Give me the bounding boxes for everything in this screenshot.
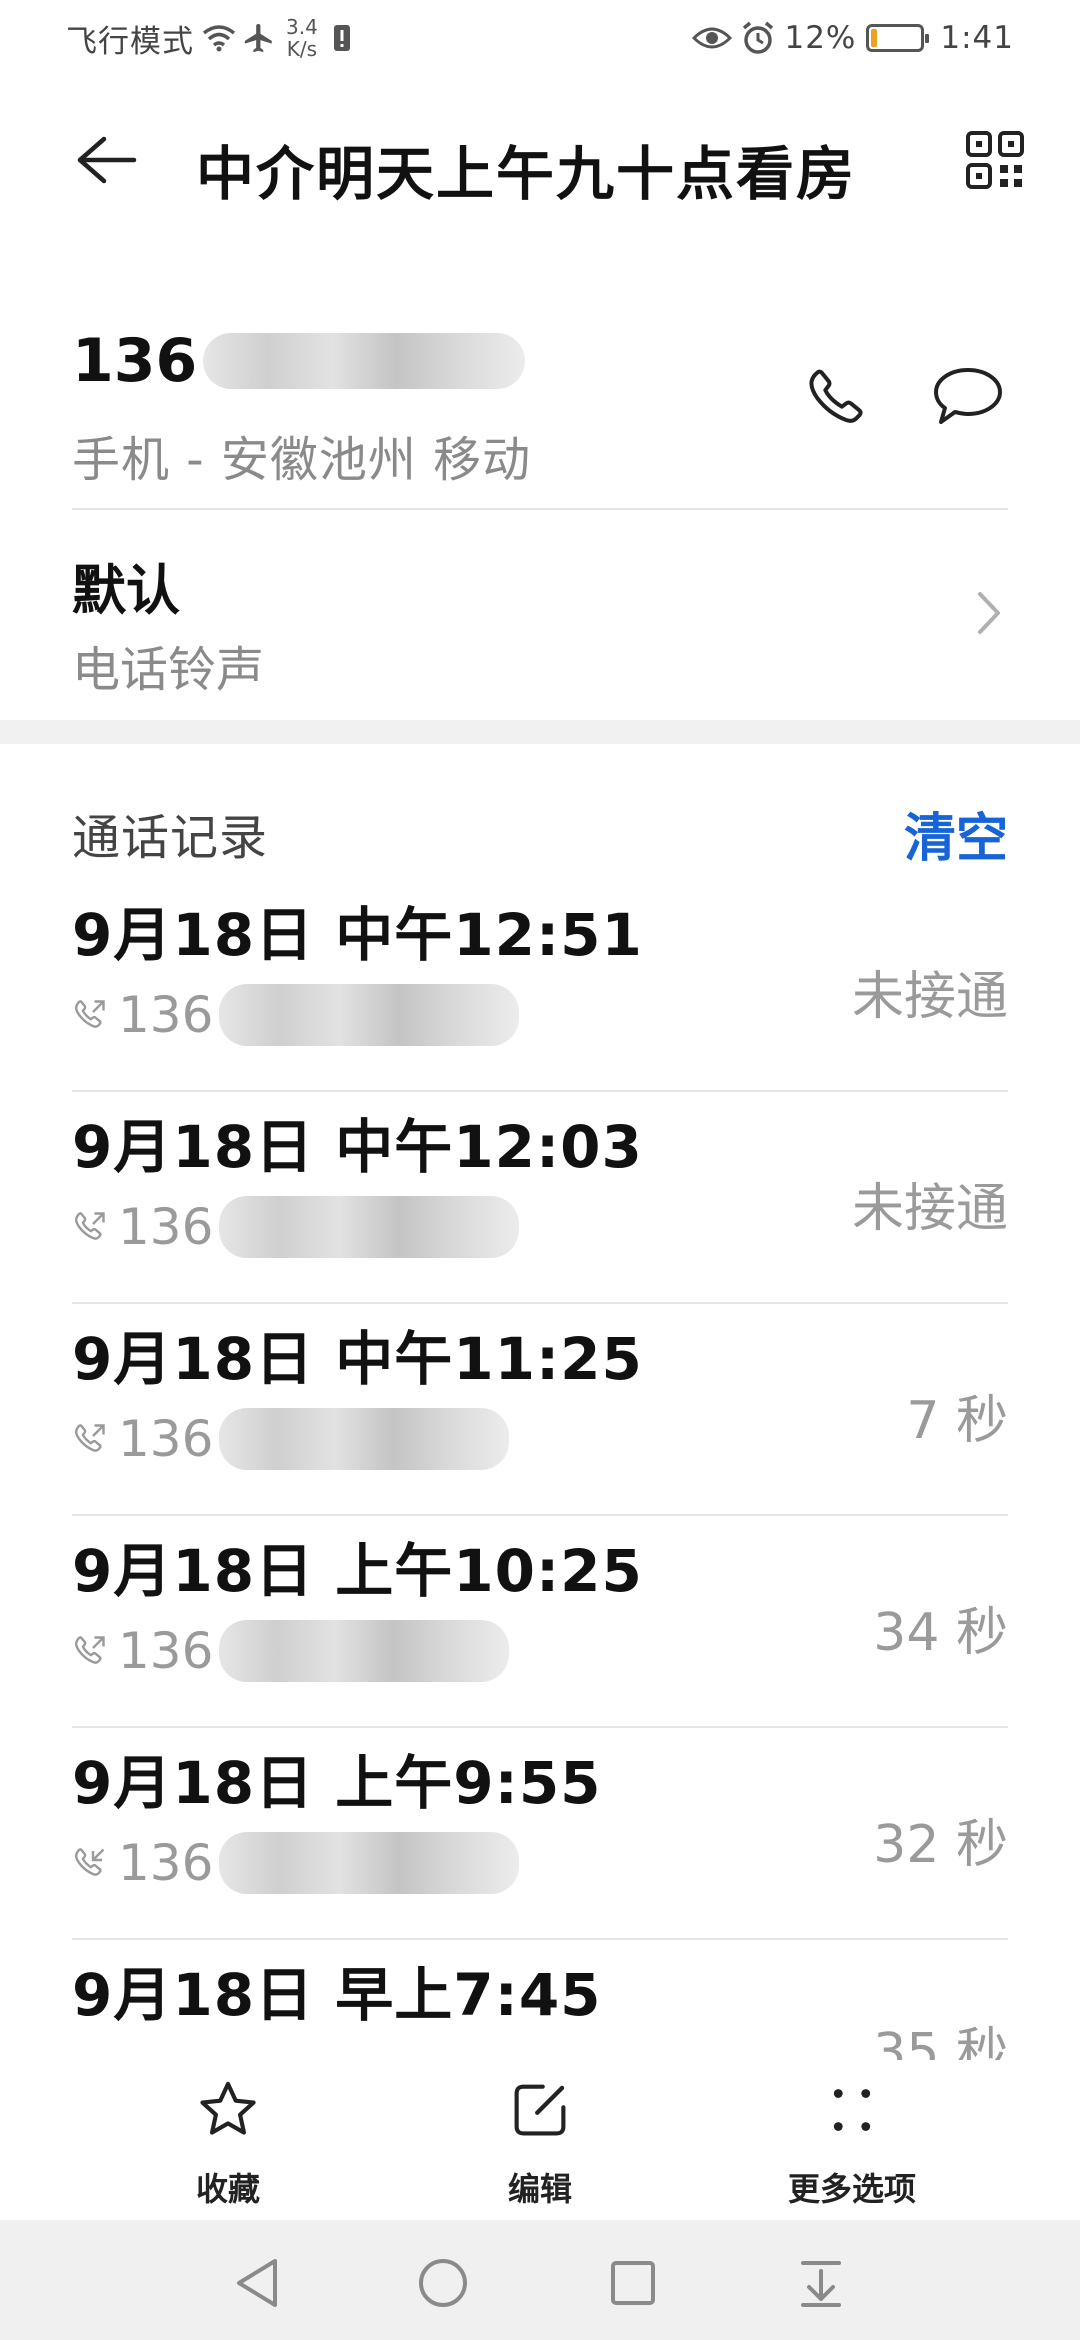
outgoing-call-icon <box>74 1000 105 1028</box>
back-triangle-icon <box>237 2259 277 2307</box>
incoming-call-icon <box>74 1848 105 1876</box>
redacted-number <box>219 1408 510 1470</box>
notification-alert-icon <box>333 25 350 51</box>
battery-icon <box>866 24 930 52</box>
call-number: 136 <box>72 1408 510 1470</box>
phone-number: 136 <box>72 326 526 396</box>
bottom-action-bar: 收藏 编辑 更多选项 <box>0 2060 1080 2220</box>
redacted-number <box>203 333 526 389</box>
alarm-icon <box>743 21 774 54</box>
favorite-button[interactable]: 收藏 <box>128 2070 328 2220</box>
nav-notification-button[interactable] <box>786 2248 856 2318</box>
call-log-item[interactable]: 9月18日 上午10:25 136 34 秒 <box>72 1516 1008 1728</box>
outgoing-call-icon <box>74 1424 105 1452</box>
call-status: 未接通 <box>851 1179 1008 1239</box>
star-icon <box>200 2081 256 2135</box>
edit-button[interactable]: 编辑 <box>440 2070 640 2220</box>
clear-button[interactable]: 清空 <box>904 796 1008 871</box>
call-date: 9月18日 中午11:25 <box>72 1325 643 1393</box>
redacted-number <box>219 984 520 1046</box>
outgoing-call-icon <box>74 1212 105 1240</box>
call-log-item[interactable]: 9月18日 中午11:25 136 7 秒 <box>72 1304 1008 1516</box>
more-options-button[interactable]: 更多选项 <box>752 2070 952 2220</box>
phone-number-prefix: 136 <box>72 326 198 396</box>
ringtone-row[interactable]: 默认 电话铃声 <box>72 510 1008 710</box>
outgoing-call-icon <box>74 1636 105 1664</box>
call-number: 136 <box>72 1196 520 1258</box>
phone-number-info: 手机 - 安徽池州 移动 <box>72 432 532 488</box>
call-number-prefix: 136 <box>118 1198 214 1256</box>
more-options-label: 更多选项 <box>787 2170 916 2208</box>
call-date: 9月18日 早上7:45 <box>72 1961 602 2029</box>
favorite-label: 收藏 <box>195 2170 260 2208</box>
title-bar: 中介明天上午九十点看房 <box>0 105 1080 215</box>
call-date: 9月18日 上午10:25 <box>72 1537 643 1605</box>
back-button[interactable] <box>66 125 146 195</box>
call-number-prefix: 136 <box>118 1834 214 1892</box>
page-title: 中介明天上午九十点看房 <box>196 140 857 208</box>
nav-recents-button[interactable] <box>598 2248 668 2318</box>
call-date: 9月18日 中午12:51 <box>72 901 643 969</box>
call-log-item[interactable]: 9月18日 中午12:03 136 未接通 <box>72 1092 1008 1304</box>
clock: 1:41 <box>940 20 1014 56</box>
call-status: 7 秒 <box>906 1391 1008 1451</box>
airplane-icon <box>244 23 272 53</box>
qr-code-button[interactable] <box>960 125 1030 195</box>
status-left: 飞行模式 3.4 K/s <box>66 16 352 60</box>
call-number-prefix: 136 <box>118 986 214 1044</box>
network-speed-value: 3.4 <box>286 15 318 39</box>
redacted-number <box>219 1620 510 1682</box>
call-number: 136 <box>72 1832 520 1894</box>
section-separator <box>0 720 1080 744</box>
call-status: 35 秒 <box>873 2023 1008 2060</box>
call-date: 9月18日 中午12:03 <box>72 1113 643 1181</box>
call-log-header: 通话记录 清空 <box>72 790 1008 870</box>
ringtone-subtitle: 电话铃声 <box>72 642 265 698</box>
eye-comfort-icon <box>692 27 733 49</box>
more-icon <box>833 2089 871 2131</box>
call-log-item[interactable]: 9月18日 中午12:51 136 未接通 <box>72 880 1008 1092</box>
call-log-item[interactable]: 9月18日 早上7:45 35 秒 <box>72 1940 1008 2060</box>
recents-square-icon <box>611 2261 655 2305</box>
call-number: 136 <box>72 1620 510 1682</box>
nav-back-button[interactable] <box>222 2248 292 2318</box>
chevron-right-icon <box>978 592 1000 634</box>
redacted-number <box>219 1196 520 1258</box>
notification-pull-icon <box>801 2261 841 2307</box>
redacted-number <box>219 1832 520 1894</box>
edit-label: 编辑 <box>507 2170 572 2208</box>
message-icon <box>934 368 1002 424</box>
call-log-item[interactable]: 9月18日 上午9:55 136 32 秒 <box>72 1728 1008 1940</box>
wifi-icon <box>202 25 236 52</box>
contact-detail-screen: 飞行模式 3.4 K/s 12% 1:41 中介明天上午九十点看房 136 手机… <box>0 0 1080 2340</box>
ringtone-title: 默认 <box>72 559 180 622</box>
battery-percent: 12% <box>784 20 857 56</box>
status-right: 12% 1:41 <box>692 18 1014 58</box>
network-speed-unit: K/s <box>286 37 318 61</box>
call-number-prefix: 136 <box>118 1622 214 1680</box>
message-button[interactable] <box>928 356 1008 436</box>
call-status: 32 秒 <box>873 1815 1008 1875</box>
call-date: 9月18日 上午9:55 <box>72 1749 602 1817</box>
phone-number-row[interactable]: 136 手机 - 安徽池州 移动 <box>72 310 1008 510</box>
call-number: 136 <box>72 984 520 1046</box>
call-number-prefix: 136 <box>118 1410 214 1468</box>
qr-code-icon <box>966 131 1024 189</box>
call-status: 34 秒 <box>873 1603 1008 1663</box>
arrow-left-icon <box>77 136 137 184</box>
home-circle-icon <box>419 2259 467 2307</box>
call-status: 未接通 <box>851 967 1008 1027</box>
airplane-mode-label: 飞行模式 <box>66 23 194 60</box>
status-bar: 飞行模式 3.4 K/s 12% 1:41 <box>0 0 1080 80</box>
call-button[interactable] <box>796 356 876 436</box>
nav-home-button[interactable] <box>408 2248 478 2318</box>
phone-icon <box>809 369 863 423</box>
call-log-title: 通话记录 <box>72 810 269 866</box>
system-navigation-bar <box>0 2220 1080 2340</box>
network-speed: 3.4 K/s <box>286 16 318 60</box>
edit-icon <box>514 2084 566 2136</box>
battery-level <box>871 29 878 47</box>
